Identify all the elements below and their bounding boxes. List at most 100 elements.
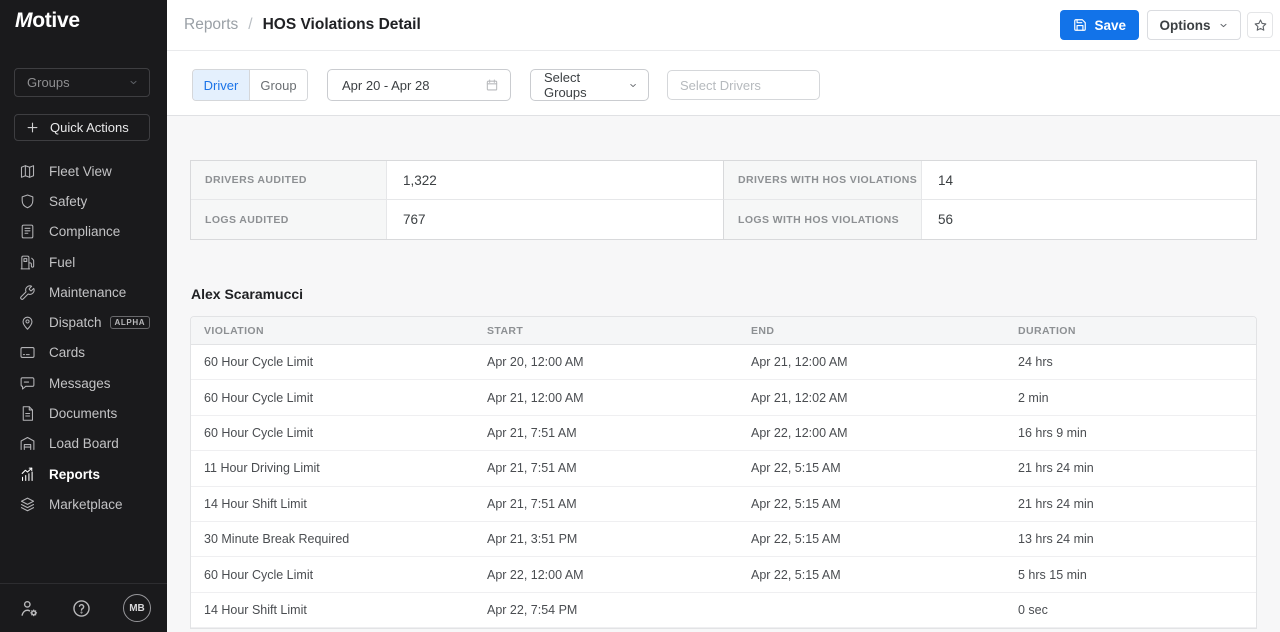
violation-row[interactable]: 14 Hour Shift LimitApr 21, 7:51 AMApr 22… — [191, 487, 1256, 522]
violation-cell: 13 hrs 24 min — [1005, 532, 1256, 546]
sidebar-item-load-board[interactable]: Load Board — [0, 429, 167, 459]
sidebar: Motive Groups Quick Actions Fleet View Sa… — [0, 0, 167, 632]
warehouse-icon — [19, 435, 36, 452]
admin-user-icon[interactable] — [19, 598, 40, 619]
sidebar-item-documents[interactable]: Documents — [0, 398, 167, 428]
violations-table: VIOLATIONSTARTENDDURATION 60 Hour Cycle … — [190, 316, 1257, 629]
violation-cell: Apr 21, 7:51 AM — [474, 461, 738, 475]
violation-cell: Apr 22, 7:54 PM — [474, 603, 738, 617]
violation-row[interactable]: 30 Minute Break RequiredApr 21, 3:51 PMA… — [191, 522, 1256, 557]
groups-select[interactable]: Groups — [14, 68, 150, 97]
filter-bar: Driver Group Apr 20 - Apr 28 Select Grou… — [167, 51, 1280, 116]
violation-cell: Apr 21, 7:51 AM — [474, 497, 738, 511]
quick-actions-label: Quick Actions — [50, 120, 129, 135]
violation-cell: 5 hrs 15 min — [1005, 568, 1256, 582]
breadcrumb-reports-link[interactable]: Reports — [184, 16, 238, 34]
layers-icon — [19, 496, 36, 513]
calendar-icon — [485, 78, 499, 92]
violation-row[interactable]: 11 Hour Driving LimitApr 21, 7:51 AMApr … — [191, 451, 1256, 486]
sidebar-item-cards[interactable]: Cards — [0, 338, 167, 368]
nav-item-label: Maintenance — [49, 285, 126, 300]
select-groups-dropdown[interactable]: Select Groups — [530, 69, 649, 101]
violations-body: 60 Hour Cycle Limit Apr 20, 12:00 AM Apr 2… — [191, 345, 1256, 628]
violation-cell: 60 Hour Cycle Limit — [191, 568, 474, 582]
sidebar-item-messages[interactable]: Messages — [0, 368, 167, 398]
violation-cell: Apr 21, 7:51 AM — [474, 426, 738, 440]
map-icon — [19, 163, 36, 180]
summary-label: DRIVERS AUDITED — [191, 161, 387, 200]
violation-cell: Apr 22, 12:00 AM — [738, 426, 1005, 440]
violation-cell: 2 min — [1005, 391, 1256, 405]
save-floppy-icon — [1073, 18, 1087, 32]
violation-cell: 30 Minute Break Required — [191, 532, 474, 546]
motive-logo: Motive — [15, 9, 80, 33]
report-content: DRIVERS AUDITED1,322DRIVERS WITH HOS VIO… — [167, 117, 1280, 632]
sidebar-item-maintenance[interactable]: Maintenance — [0, 277, 167, 307]
violation-cell: Apr 22, 5:15 AM — [738, 532, 1005, 546]
fuel-pump-icon — [19, 254, 36, 271]
help-icon[interactable] — [71, 598, 92, 619]
document-icon — [19, 405, 36, 422]
violation-cell: 16 hrs 9 min — [1005, 426, 1256, 440]
user-avatar[interactable]: MB — [123, 594, 151, 622]
violation-cell: Apr 22, 5:15 AM — [738, 568, 1005, 582]
summary-label: LOGS WITH HOS VIOLATIONS — [724, 200, 922, 239]
nav-item-label: Compliance — [49, 224, 120, 239]
chart-icon — [19, 466, 36, 483]
driver-name-heading: Alex Scaramucci — [191, 286, 303, 302]
plus-icon — [25, 120, 40, 135]
breadcrumb-separator: / — [248, 16, 252, 34]
violation-cell: 0 sec — [1005, 603, 1256, 617]
violation-cell: Apr 22, 5:15 AM — [738, 461, 1005, 475]
chevron-down-icon — [1218, 20, 1229, 31]
sidebar-item-reports[interactable]: Reports — [0, 459, 167, 489]
violation-cell: 14 Hour Shift Limit — [191, 603, 474, 617]
violation-cell: Apr 22, 5:15 AM — [738, 497, 1005, 511]
top-bar: Reports / HOS Violations Detail Save Opt… — [167, 0, 1280, 51]
date-range-value: Apr 20 - Apr 28 — [342, 78, 429, 93]
violation-cell: 14 Hour Shift Limit — [191, 497, 474, 511]
violation-row[interactable]: 60 Hour Cycle LimitApr 20, 12:00 AMApr 2… — [191, 345, 1256, 380]
journal-icon — [19, 223, 36, 240]
map-pin-icon — [19, 314, 36, 331]
violation-cell: Apr 20, 12:00 AM — [474, 355, 738, 369]
sidebar-item-dispatch[interactable]: Dispatch ALPHA — [0, 307, 167, 337]
column-header-duration: DURATION — [1005, 325, 1256, 337]
nav-item-label: Documents — [49, 406, 117, 421]
nav-item-label: Fleet View — [49, 164, 112, 179]
favorite-button[interactable] — [1247, 12, 1273, 38]
sidebar-item-fuel[interactable]: Fuel — [0, 247, 167, 277]
options-button[interactable]: Options — [1147, 10, 1241, 40]
nav-item-label: Reports — [49, 467, 100, 482]
wrench-icon — [19, 284, 36, 301]
violation-row[interactable]: 60 Hour Cycle LimitApr 22, 12:00 AMApr 2… — [191, 557, 1256, 592]
sidebar-item-marketplace[interactable]: Marketplace — [0, 489, 167, 519]
app-window: Motive Groups Quick Actions Fleet View Sa… — [0, 0, 1280, 632]
select-drivers-input[interactable] — [667, 70, 820, 100]
nav-item-label: Messages — [49, 376, 111, 391]
violation-row[interactable]: 14 Hour Shift LimitApr 22, 7:54 PM 0 sec — [191, 593, 1256, 628]
column-header-start: START — [474, 325, 738, 337]
sidebar-item-safety[interactable]: Safety — [0, 186, 167, 216]
save-button-label: Save — [1094, 18, 1126, 33]
nav-item-label: Dispatch — [49, 315, 102, 330]
toggle-group[interactable]: Group — [250, 70, 307, 100]
select-groups-label: Select Groups — [544, 70, 620, 100]
alpha-badge: ALPHA — [110, 316, 151, 329]
summary-value: 56 — [922, 200, 1256, 239]
violation-cell: Apr 22, 12:00 AM — [474, 568, 738, 582]
toggle-driver[interactable]: Driver — [193, 70, 250, 100]
page-title: HOS Violations Detail — [263, 16, 421, 34]
nav-item-label: Cards — [49, 345, 85, 360]
sidebar-item-compliance[interactable]: Compliance — [0, 217, 167, 247]
violations-header: VIOLATIONSTARTENDDURATION — [191, 317, 1256, 345]
summary-label: DRIVERS WITH HOS VIOLATIONS — [724, 161, 922, 200]
sidebar-item-fleet-view[interactable]: Fleet View — [0, 156, 167, 186]
violation-row[interactable]: 60 Hour Cycle LimitApr 21, 12:00 AMApr 2… — [191, 380, 1256, 415]
violation-cell: 21 hrs 24 min — [1005, 497, 1256, 511]
quick-actions-button[interactable]: Quick Actions — [14, 114, 150, 141]
violation-row[interactable]: 60 Hour Cycle LimitApr 21, 7:51 AMApr 22… — [191, 416, 1256, 451]
summary-value: 767 — [387, 200, 724, 239]
date-range-picker[interactable]: Apr 20 - Apr 28 — [327, 69, 511, 101]
save-button[interactable]: Save — [1060, 10, 1139, 40]
